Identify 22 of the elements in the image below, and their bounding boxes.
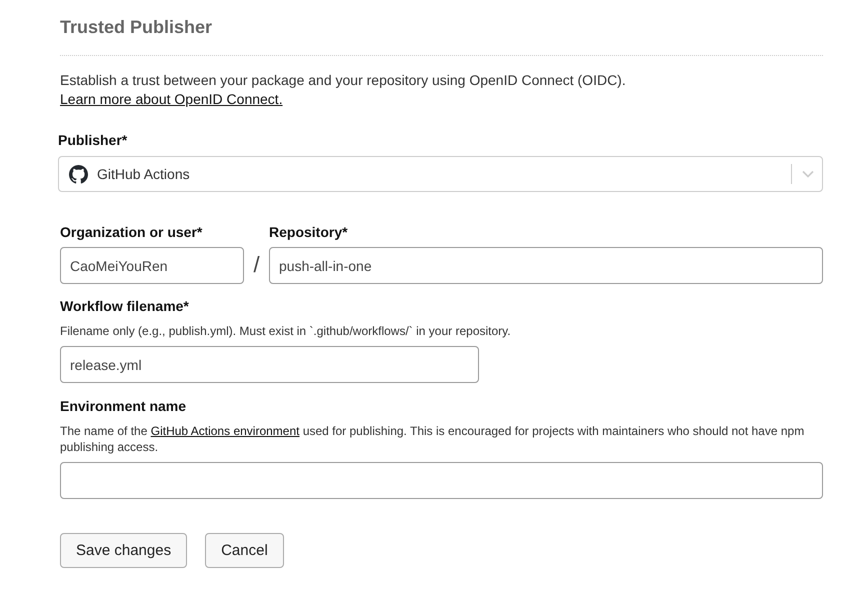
repository-field[interactable]: push-all-in-one [269,247,823,284]
organization-field[interactable]: CaoMeiYouRen [60,247,244,284]
slash-separator: / [252,252,261,279]
learn-more-link[interactable]: Learn more about OpenID Connect. [60,91,283,107]
action-button[interactable]: Save changes [60,533,188,568]
publisher-select[interactable]: GitHub Actions [58,156,823,192]
field-label: Workflow filename* [60,298,189,314]
field-label: Publisher* [58,132,128,148]
help-text: The name of the GitHub Actions environment used for publishing. This is encouraged for projects with maintainers who should not have npm publishing access. [60,423,806,455]
section-title: Trusted Publisher [60,17,212,38]
environment-link[interactable]: GitHub Actions environment [150,424,300,438]
environment-field[interactable] [60,462,823,499]
action-button[interactable]: Cancel [205,533,284,568]
intro-text: Establish a trust between your package and your repository using OpenID Connect (OIDC). [60,72,626,88]
help-text: Filename only (e.g., publish.yml). Must exist in `.github/workflows/` in your repository. [60,323,511,339]
workflow-field[interactable]: release.yml [60,346,479,383]
select-value: GitHub Actions [97,166,191,182]
chevron-down-icon [802,170,814,178]
field-label: Repository* [269,224,348,240]
field-label: Organization or user* [60,224,202,240]
github-icon [69,164,88,184]
field-label: Environment name [60,398,186,414]
